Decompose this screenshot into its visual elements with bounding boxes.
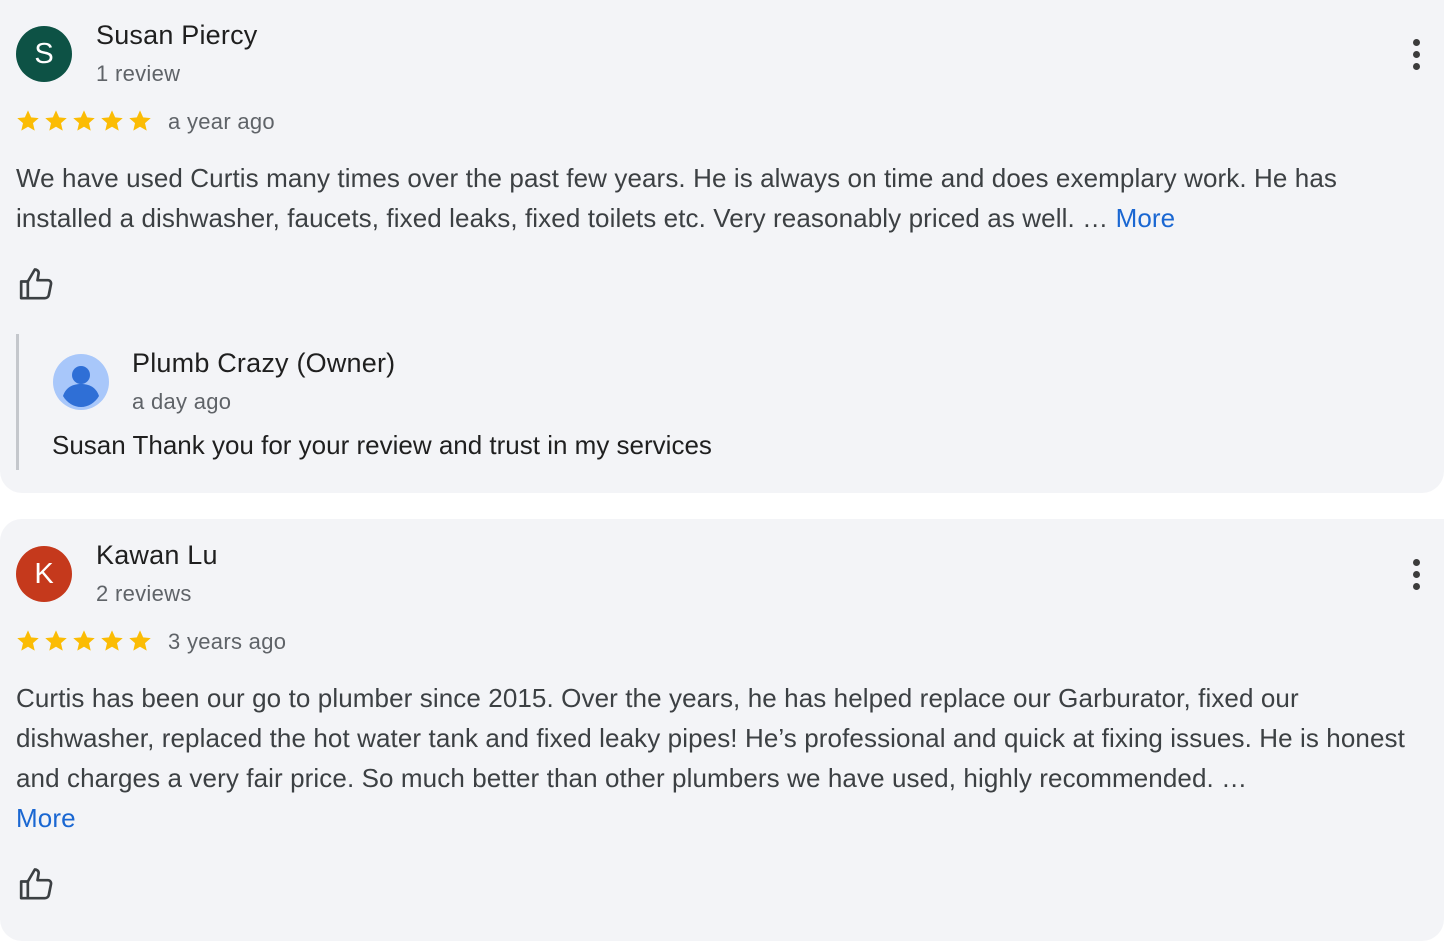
star-rating <box>15 108 153 134</box>
star-icon <box>101 110 123 131</box>
star-icon <box>129 630 151 651</box>
reviewer-avatar[interactable]: S <box>16 26 72 82</box>
more-link[interactable]: More <box>16 803 76 833</box>
owner-reply-time: a day ago <box>132 389 232 414</box>
review-card: K Kawan Lu 2 reviews 3 years ago Curtis … <box>0 519 1444 941</box>
review-time: 3 years ago <box>168 629 287 654</box>
star-icon <box>73 110 95 131</box>
star-icon <box>17 630 39 651</box>
review-text: We have used Curtis many times over the … <box>16 158 1440 238</box>
default-person-avatar-icon <box>53 354 109 410</box>
more-vert-icon[interactable] <box>1401 554 1431 594</box>
owner-name: Plumb Crazy (Owner) <box>132 348 396 378</box>
review-text: Curtis has been our go to plumber since … <box>16 678 1440 838</box>
star-icon <box>17 110 39 131</box>
star-icon <box>101 630 123 651</box>
reviewer-review-count[interactable]: 2 reviews <box>96 581 192 607</box>
star-icon <box>73 630 95 651</box>
owner-reply-text: Susan Thank you for your review and trus… <box>52 430 712 460</box>
reviewer-review-count[interactable]: 1 review <box>96 61 180 87</box>
star-icon <box>45 110 67 131</box>
review-time: a year ago <box>168 109 275 134</box>
star-icon <box>129 110 151 131</box>
star-icon <box>45 630 67 651</box>
reviewer-name[interactable]: Kawan Lu <box>96 540 218 571</box>
thumbs-up-icon[interactable] <box>17 864 57 904</box>
owner-reply: Plumb Crazy (Owner) a day ago Susan Than… <box>16 334 1219 470</box>
review-body: Curtis has been our go to plumber since … <box>16 683 1405 793</box>
thumbs-up-icon[interactable] <box>17 264 57 304</box>
star-rating <box>15 628 153 654</box>
reviewer-name[interactable]: Susan Piercy <box>96 20 257 51</box>
review-card: S Susan Piercy 1 review a year ago We ha… <box>0 0 1444 493</box>
reviewer-avatar[interactable]: K <box>16 546 72 602</box>
more-link[interactable]: More <box>1116 203 1176 233</box>
more-vert-icon[interactable] <box>1401 34 1431 74</box>
